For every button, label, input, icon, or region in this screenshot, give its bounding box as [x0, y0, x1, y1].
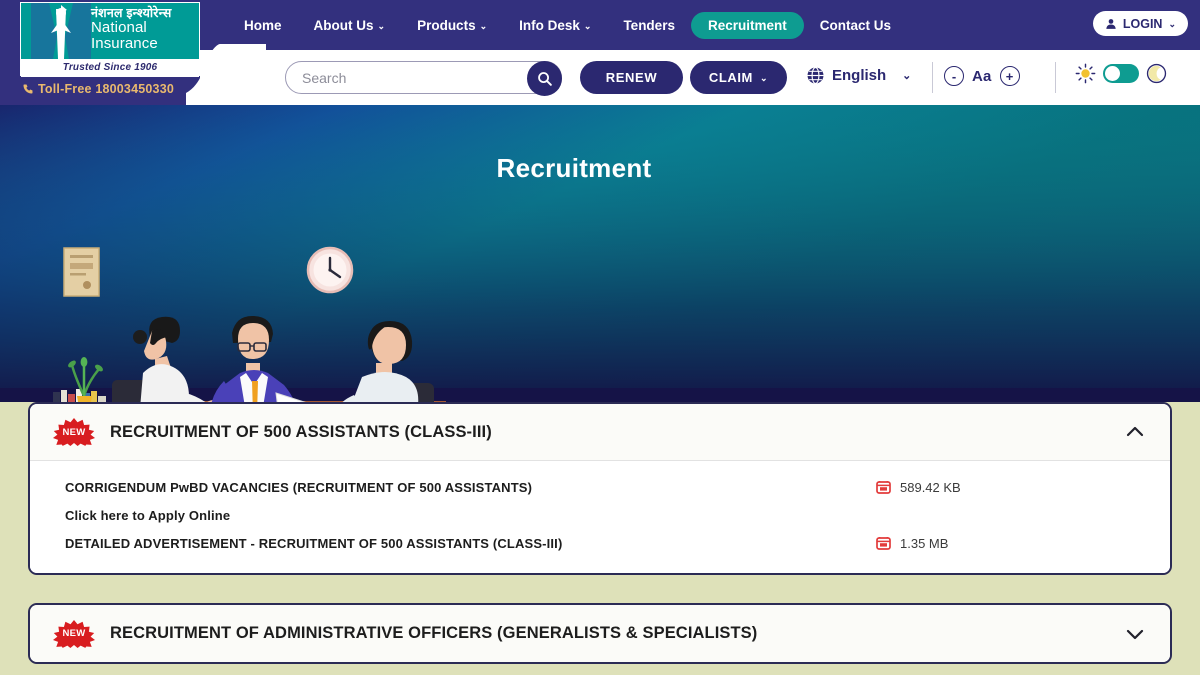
accordion-body: CORRIGENDUM PwBD VACANCIES (RECRUITMENT … — [30, 461, 1170, 573]
recruitment-accordion-list: NEW RECRUITMENT OF 500 ASSISTANTS (CLASS… — [0, 402, 1200, 675]
font-size-label: Aa — [972, 67, 992, 85]
font-increase-button[interactable]: + — [999, 66, 1020, 86]
brand-name-english: National Insurance — [91, 19, 158, 52]
chevron-down-icon[interactable] — [1122, 621, 1148, 647]
toolbar-divider-right — [1055, 62, 1056, 93]
pdf-icon — [875, 535, 892, 552]
sun-icon[interactable] — [1075, 63, 1096, 84]
document-meta: 589.42 KB — [875, 479, 961, 496]
toolbar-divider-left — [932, 62, 933, 93]
language-selector[interactable]: English ⌄ — [806, 66, 911, 85]
chevron-down-icon: ⌄ — [760, 73, 769, 83]
interview-illustration — [0, 105, 1200, 402]
document-link[interactable]: CORRIGENDUM PwBD VACANCIES (RECRUITMENT … — [65, 480, 875, 495]
chevron-down-icon: ⌄ — [377, 20, 386, 31]
accordion-title: RECRUITMENT OF 500 ASSISTANTS (CLASS-III… — [110, 422, 492, 441]
brand-tagline: Trusted Since 1906 — [21, 59, 199, 77]
accordion-header[interactable]: NEW RECRUITMENT OF ADMINISTRATIVE OFFICE… — [30, 605, 1170, 662]
nav-item-recruitment[interactable]: Recruitment — [690, 11, 804, 39]
nav-label: Products — [417, 17, 476, 33]
theme-toggle-knob — [1105, 66, 1120, 81]
font-increase-label: + — [1005, 68, 1014, 84]
new-badge: NEW — [52, 619, 96, 648]
nav-label: Tenders — [623, 17, 675, 33]
nav-item-home[interactable]: Home — [228, 12, 298, 39]
document-size: 1.35 MB — [900, 535, 949, 551]
accordion-header[interactable]: NEW RECRUITMENT OF 500 ASSISTANTS (CLASS… — [30, 404, 1170, 461]
nav-item-products[interactable]: Products ⌄ — [401, 12, 503, 39]
nav-label: Info Desk — [519, 17, 580, 33]
search-input[interactable] — [286, 63, 504, 92]
theme-toggle[interactable] — [1103, 64, 1139, 83]
language-label: English — [832, 67, 887, 84]
theme-switcher — [1075, 63, 1167, 84]
nav-label: Contact Us — [819, 17, 891, 33]
claim-label: CLAIM — [708, 70, 753, 85]
accordion-item: NEW RECRUITMENT OF 500 ASSISTANTS (CLASS… — [28, 402, 1172, 575]
nav-label: Recruitment — [707, 17, 787, 33]
logo-text-block: नंशनल इन्श्योरेन्स National Insurance — [91, 6, 199, 52]
toll-free-label: Toll-Free 18003450330 — [38, 82, 174, 96]
renew-label: RENEW — [605, 70, 658, 85]
document-meta: 1.35 MB — [875, 535, 948, 552]
nav-item-tenders[interactable]: Tenders — [607, 12, 691, 39]
apply-online-link[interactable]: Click here to Apply Online — [65, 508, 875, 523]
nav-item-about-us[interactable]: About Us ⌄ — [298, 12, 402, 39]
search-icon — [537, 71, 552, 86]
new-badge-label: NEW — [62, 628, 86, 639]
document-row: DETAILED ADVERTISEMENT - RECRUITMENT OF … — [65, 529, 1148, 557]
document-row: Click here to Apply Online — [65, 501, 1148, 529]
chevron-up-icon[interactable] — [1122, 419, 1148, 445]
nav-item-contact-us[interactable]: Contact Us — [804, 12, 907, 39]
document-link[interactable]: DETAILED ADVERTISEMENT - RECRUITMENT OF … — [65, 536, 875, 551]
logo-top-band: नंशनल इन्श्योरेन्स National Insurance — [21, 3, 199, 59]
accordion-item: NEW RECRUITMENT OF ADMINISTRATIVE OFFICE… — [28, 603, 1172, 664]
main-navigation: Home About Us ⌄ Products ⌄ Info Desk ⌄ T… — [228, 0, 907, 50]
font-decrease-button[interactable]: - — [944, 66, 964, 86]
phone-icon — [23, 84, 33, 94]
chevron-down-icon: ⌄ — [902, 70, 912, 82]
pdf-icon — [875, 479, 892, 496]
page-banner: Recruitment — [0, 105, 1200, 402]
chevron-down-icon: ⌄ — [1168, 19, 1176, 29]
chevron-down-icon: ⌄ — [479, 20, 488, 31]
font-decrease-label: - — [951, 68, 957, 84]
peacock-logo-icon — [31, 3, 91, 59]
nav-label: Home — [244, 17, 282, 33]
document-row: CORRIGENDUM PwBD VACANCIES (RECRUITMENT … — [65, 473, 1148, 501]
document-size: 589.42 KB — [900, 479, 961, 495]
font-size-controls: - Aa + — [944, 66, 1020, 86]
nav-item-info-desk[interactable]: Info Desk ⌄ — [503, 12, 607, 39]
nav-label: About Us — [313, 17, 374, 33]
banner-title: Recruitment — [496, 153, 652, 183]
renew-button[interactable]: RENEW — [580, 61, 683, 94]
chevron-down-icon: ⌄ — [583, 20, 592, 31]
accordion-title: RECRUITMENT OF ADMINISTRATIVE OFFICERS (… — [110, 624, 758, 642]
globe-icon — [807, 66, 824, 85]
page-root: नंशनल इन्श्योरेन्स National Insurance Tr… — [0, 0, 1200, 675]
claim-button[interactable]: CLAIM ⌄ — [690, 61, 787, 94]
brand-logo[interactable]: नंशनल इन्श्योरेन्स National Insurance Tr… — [20, 2, 200, 77]
login-label: LOGIN — [1122, 16, 1163, 31]
user-icon — [1106, 18, 1116, 29]
new-badge-label: NEW — [62, 426, 86, 438]
moon-icon[interactable] — [1146, 63, 1167, 84]
search-box[interactable] — [285, 61, 562, 96]
search-button[interactable] — [527, 61, 562, 96]
login-button[interactable]: LOGIN ⌄ — [1092, 11, 1188, 36]
site-header: नंशनल इन्श्योरेन्स National Insurance Tr… — [0, 0, 1200, 105]
new-badge: NEW — [52, 418, 96, 446]
toll-free-number[interactable]: Toll-Free 18003450330 — [22, 82, 174, 96]
